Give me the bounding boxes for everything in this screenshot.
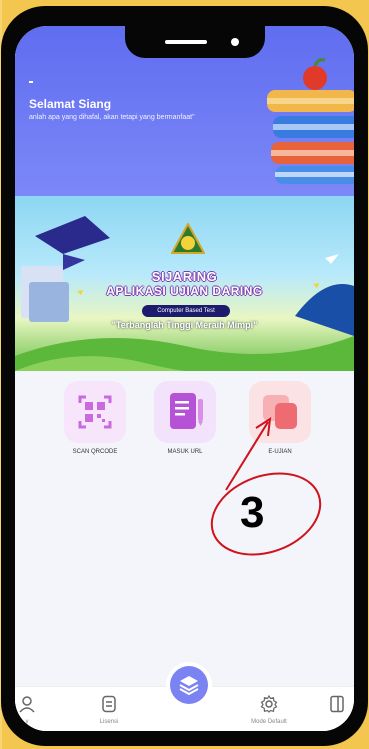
banner-slogan: "Terbanglah Tinggi Meraih Mimpi" bbox=[111, 320, 258, 330]
greeting-text: Selamat Siang bbox=[29, 97, 112, 111]
menu-item-masuk-url[interactable]: MASUK URL bbox=[145, 381, 225, 455]
exit-icon bbox=[330, 695, 344, 713]
header-dash bbox=[29, 81, 33, 83]
school-logo bbox=[171, 223, 205, 254]
layers-icon bbox=[179, 676, 199, 696]
qr-scan-icon[interactable] bbox=[64, 381, 126, 443]
nav-item-user[interactable]: y bbox=[15, 695, 57, 725]
promo-banner: SIJARING APLIKASI UJIAN DARING Computer … bbox=[15, 196, 354, 371]
document-edit-icon[interactable] bbox=[154, 381, 216, 443]
annotation-number: 3 bbox=[240, 488, 265, 537]
license-icon bbox=[102, 695, 116, 713]
banner-subtitle: APLIKASI UJIAN DARING bbox=[106, 284, 263, 298]
phone-notch bbox=[125, 26, 265, 58]
nav-item-exit[interactable] bbox=[320, 695, 354, 718]
menu-label-e-ujian: E-UJIAN bbox=[268, 449, 292, 455]
app-screen: Selamat Siang anlah apa yang dihafal, ak… bbox=[15, 26, 354, 731]
nav-label-lisensi: Lisensi bbox=[99, 719, 119, 725]
nav-label-mode-default: Mode Default bbox=[251, 719, 287, 725]
banner-pill: Computer Based Test bbox=[142, 305, 230, 317]
menu-label-scan-qrcode: SCAN QRCODE bbox=[72, 449, 118, 455]
menu-item-e-ujian[interactable]: E-UJIAN bbox=[240, 381, 320, 455]
home-fab-button[interactable] bbox=[170, 666, 208, 704]
nav-label-user: y bbox=[25, 719, 29, 725]
camera-dot bbox=[231, 38, 239, 46]
menu-item-scan-qrcode[interactable]: SCAN QRCODE bbox=[55, 381, 135, 455]
gear-icon bbox=[260, 694, 278, 713]
copy-pages-icon[interactable] bbox=[249, 381, 311, 443]
books-illustration bbox=[267, 58, 354, 184]
nav-item-mode-default[interactable]: Mode Default bbox=[239, 694, 299, 725]
phone-frame: Selamat Siang anlah apa yang dihafal, ak… bbox=[1, 6, 368, 746]
speaker-bar bbox=[165, 40, 207, 44]
quote-text: anlah apa yang dihafal, akan tetapi yang… bbox=[29, 114, 195, 121]
user-icon bbox=[19, 696, 35, 713]
banner-title: SIJARING bbox=[151, 269, 218, 284]
nav-item-lisensi[interactable]: Lisensi bbox=[79, 695, 139, 725]
menu-label-masuk-url: MASUK URL bbox=[167, 449, 203, 455]
